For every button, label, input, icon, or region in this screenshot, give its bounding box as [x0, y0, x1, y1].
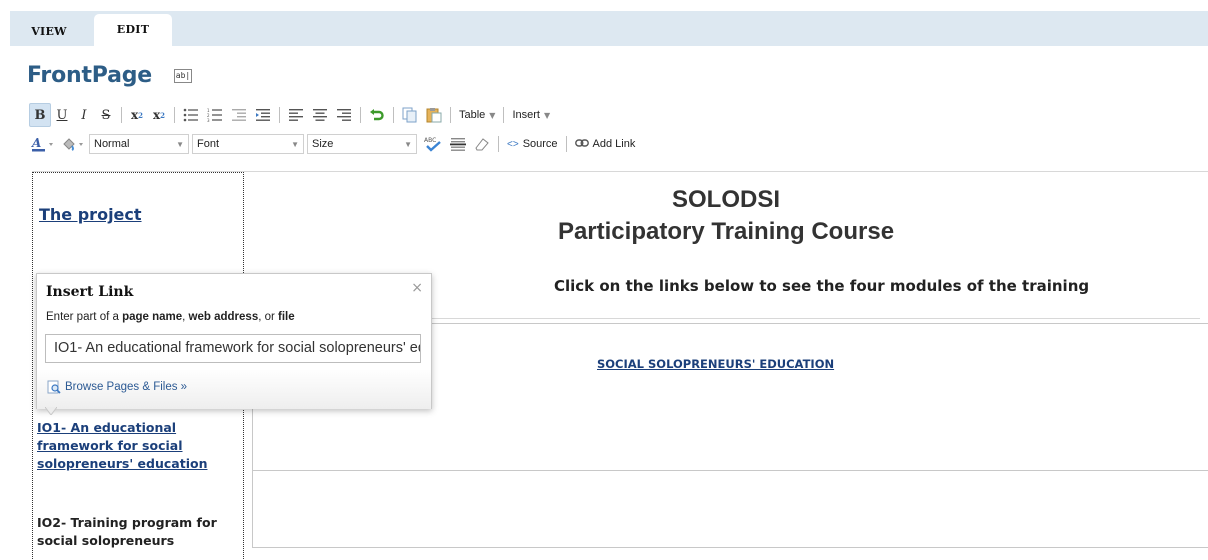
search-icon: [47, 380, 61, 394]
spellcheck-icon[interactable]: ABC: [420, 132, 446, 156]
bulleted-list-icon[interactable]: [179, 103, 203, 127]
format-select[interactable]: Normal ▼: [89, 134, 189, 154]
project-link[interactable]: The project: [39, 205, 142, 224]
source-button[interactable]: <> Source: [503, 132, 562, 156]
toolbar-separator: [360, 107, 361, 123]
heading-title: SOLODSI: [671, 186, 780, 213]
strikethrough-button[interactable]: S: [95, 103, 117, 127]
heading-subtitle: Participatory Training Course: [557, 218, 895, 245]
toolbar-separator: [565, 136, 567, 152]
italic-button[interactable]: I: [73, 103, 95, 127]
insert-menu-button[interactable]: Insert ▼: [508, 103, 554, 127]
instructions-text: Click on the links below to see the four…: [554, 277, 1090, 295]
svg-text:A: A: [31, 136, 41, 150]
align-center-icon[interactable]: [308, 103, 332, 127]
editor-window: VIEW EDIT FrontPage ab| B U I S x2 x2 12…: [0, 0, 1208, 560]
text-color-icon[interactable]: A: [29, 132, 59, 156]
chain-link-icon: [574, 138, 589, 150]
io1-link[interactable]: IO1- An educational framework for social…: [37, 419, 237, 473]
dialog-pointer: [45, 407, 57, 415]
numbered-list-icon[interactable]: 123: [203, 103, 227, 127]
undo-icon[interactable]: [365, 103, 389, 127]
close-icon[interactable]: ×: [411, 280, 423, 296]
tab-view[interactable]: VIEW: [18, 11, 80, 46]
dialog-title: Insert Link: [46, 284, 134, 300]
toolbar-separator: [393, 107, 394, 123]
size-select[interactable]: Size ▼: [307, 134, 417, 154]
font-select[interactable]: Font ▼: [192, 134, 304, 154]
background-color-icon[interactable]: [59, 132, 89, 156]
toolbar-row-2: A Normal ▼ Font ▼ Size ▼ ABC <> Source Add L…: [29, 131, 639, 157]
browse-pages-button[interactable]: Browse Pages & Files »: [47, 380, 187, 394]
svg-text:ABC: ABC: [424, 137, 436, 144]
align-right-icon[interactable]: [332, 103, 356, 127]
toolbar-separator: [498, 136, 499, 152]
outdent-icon[interactable]: [227, 103, 251, 127]
source-code-icon: <>: [507, 138, 519, 150]
tab-bar: VIEW EDIT: [10, 11, 1208, 46]
toolbar-separator: [503, 107, 505, 123]
superscript-button[interactable]: x2: [148, 103, 170, 127]
rename-icon[interactable]: ab|: [174, 69, 192, 83]
paste-icon[interactable]: [422, 103, 446, 127]
align-left-icon[interactable]: [284, 103, 308, 127]
toolbar-separator: [121, 107, 122, 123]
table-menu-button[interactable]: Table ▼: [455, 103, 499, 127]
horizontal-rule-icon[interactable]: [446, 132, 470, 156]
add-link-button[interactable]: Add Link: [571, 132, 640, 156]
editor-toolbar: B U I S x2 x2 123 Table ▼ Insert ▼ A Nor…: [29, 99, 1208, 169]
indent-icon[interactable]: [251, 103, 275, 127]
insert-link-dialog: Insert Link × Enter part of a page name,…: [36, 273, 432, 415]
dialog-footer: Browse Pages & Files »: [37, 369, 431, 409]
svg-text:3: 3: [207, 118, 210, 122]
toolbar-row-1: B U I S x2 x2 123 Table ▼ Insert ▼: [29, 102, 554, 128]
io2-text: IO2- Training program for social solopre…: [37, 515, 217, 548]
toolbar-separator: [450, 107, 451, 123]
dialog-hint: Enter part of a page name, web address, …: [46, 311, 295, 323]
copy-icon[interactable]: [398, 103, 422, 127]
eraser-icon[interactable]: [470, 132, 494, 156]
table-row-divider: [253, 470, 1208, 471]
toolbar-separator: [174, 107, 175, 123]
subscript-button[interactable]: x2: [126, 103, 148, 127]
underline-button[interactable]: U: [51, 103, 73, 127]
bold-button[interactable]: B: [29, 103, 51, 127]
page-title: FrontPage: [27, 63, 153, 88]
link-search-input[interactable]: IO1- An educational framework for social…: [45, 334, 421, 363]
solopreneurs-education-link[interactable]: SOCIAL SOLOPRENEURS' EDUCATION: [597, 357, 834, 371]
tab-edit[interactable]: EDIT: [94, 14, 172, 46]
toolbar-separator: [279, 107, 280, 123]
